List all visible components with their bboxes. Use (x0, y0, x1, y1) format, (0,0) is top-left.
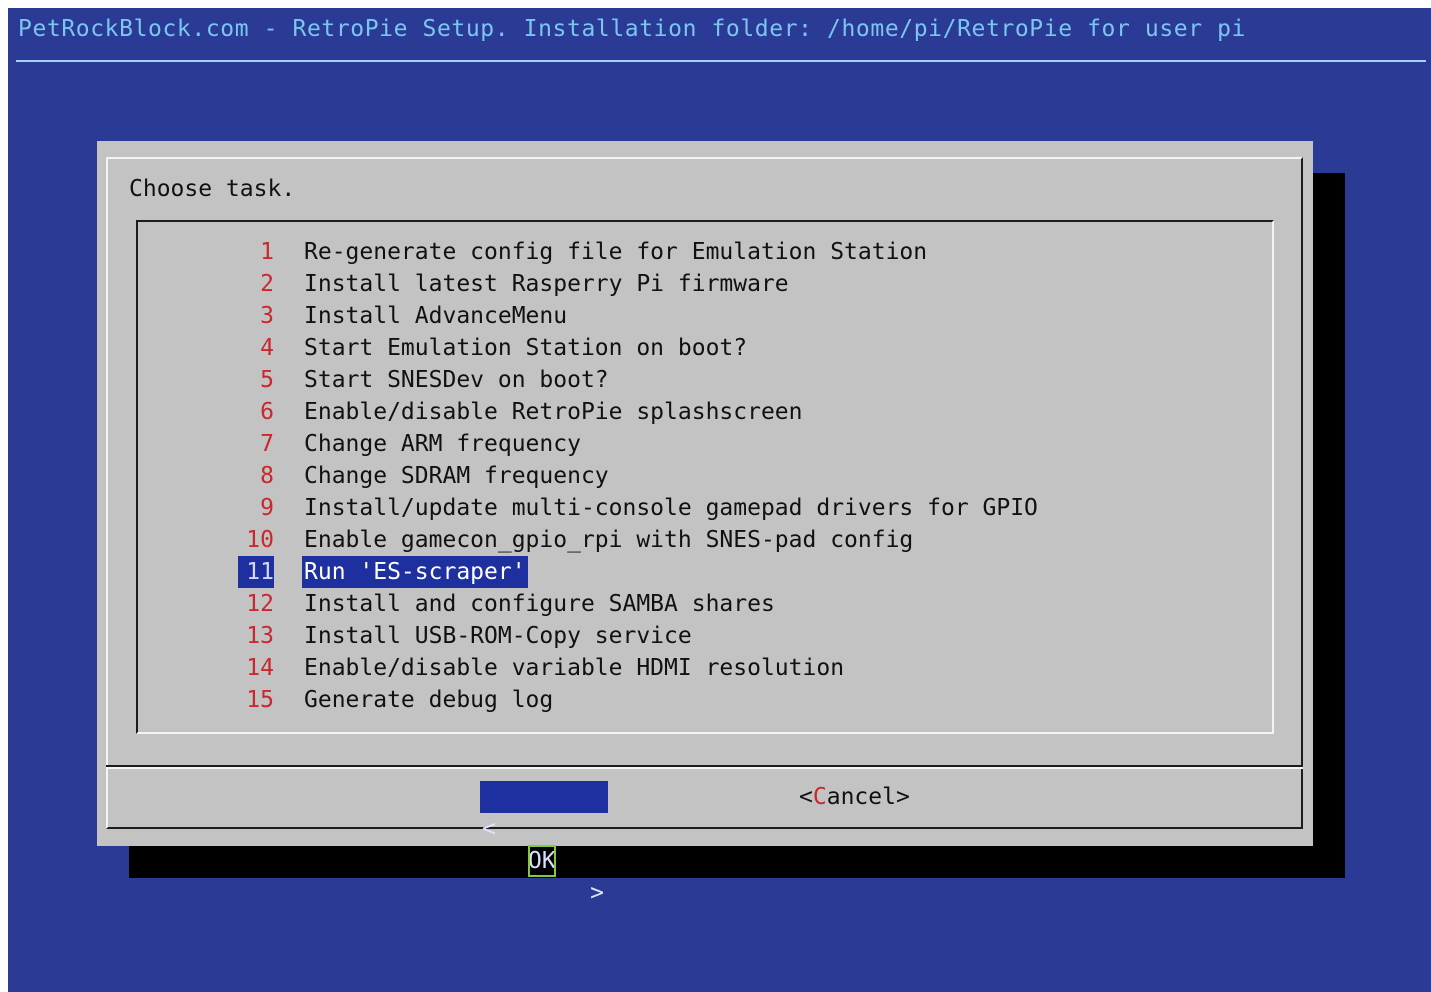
menu-item-number: 7 (260, 431, 274, 457)
menu-item-number: 10 (246, 527, 274, 553)
cancel-hotkey: C (812, 784, 827, 810)
menu-item-label: Run 'ES-scraper' (302, 556, 528, 588)
menu-item-label: Install and configure SAMBA shares (304, 591, 775, 617)
cancel-close-bracket: > (895, 784, 910, 810)
menu-item-11-selected[interactable]: 11 Run 'ES-scraper' (138, 556, 1272, 588)
ok-button-left-bracket: < (482, 816, 496, 842)
menu-item-15[interactable]: 15 Generate debug log (138, 684, 1272, 716)
menu-item-7[interactable]: 7 Change ARM frequency (138, 428, 1272, 460)
menu-item-number: 1 (260, 239, 274, 265)
cancel-open-bracket: < (799, 784, 813, 810)
menu-item-label: Install latest Rasperry Pi firmware (304, 271, 789, 297)
menu-item-3[interactable]: 3 Install AdvanceMenu (138, 300, 1272, 332)
menu-item-number: 2 (260, 271, 274, 297)
menu-item-number: 15 (246, 687, 274, 713)
ok-button[interactable]: < OK > (480, 781, 608, 906)
menu-item-label: Start Emulation Station on boot? (304, 335, 748, 361)
menu-item-number: 14 (246, 655, 274, 681)
menu-item-label: Enable/disable RetroPie splashscreen (304, 399, 803, 425)
task-menu: 1 Re-generate config file for Emulation … (136, 220, 1274, 734)
ok-button-right-bracket: > (590, 880, 604, 906)
menu-item-label: Install/update multi-console gamepad dri… (304, 495, 1038, 521)
menu-item-number: 3 (260, 303, 274, 329)
menu-item-13[interactable]: 13 Install USB-ROM-Copy service (138, 620, 1272, 652)
menu-item-label: Re-generate config file for Emulation St… (304, 239, 928, 265)
menu-item-label: Generate debug log (304, 687, 554, 713)
choose-task-dialog: Choose task. 1 Re-generate config file f… (97, 141, 1313, 906)
menu-item-9[interactable]: 9 Install/update multi-console gamepad d… (138, 492, 1272, 524)
menu-item-label: Enable gamecon_gpio_rpi with SNES-pad co… (304, 527, 914, 553)
menu-item-label: Enable/disable variable HDMI resolution (304, 655, 845, 681)
menu-item-number: 9 (260, 495, 274, 521)
cancel-label-rest: ancel (826, 784, 896, 810)
menu-item-8[interactable]: 8 Change SDRAM frequency (138, 460, 1272, 492)
menu-item-label: Start SNESDev on boot? (304, 367, 609, 393)
menu-item-4[interactable]: 4 Start Emulation Station on boot? (138, 332, 1272, 364)
menu-item-number: 6 (260, 399, 274, 425)
menu-item-label: Change ARM frequency (304, 431, 581, 457)
menu-item-number: 13 (246, 623, 274, 649)
menu-item-2[interactable]: 2 Install latest Rasperry Pi firmware (138, 268, 1272, 300)
menu-item-5[interactable]: 5 Start SNESDev on boot? (138, 364, 1272, 396)
menu-item-number: 5 (260, 367, 274, 393)
button-separator (106, 765, 1303, 769)
menu-item-number: 4 (260, 335, 274, 361)
menu-item-label: Install AdvanceMenu (304, 303, 568, 329)
dialog-prompt: Choose task. (129, 176, 296, 202)
backtitle: PetRockBlock.com - RetroPie Setup. Insta… (18, 16, 1247, 42)
task-menu-list: 1 Re-generate config file for Emulation … (138, 236, 1272, 716)
menu-item-6[interactable]: 6 Enable/disable RetroPie splashscreen (138, 396, 1272, 428)
menu-item-number: 11 (238, 556, 274, 588)
menu-item-10[interactable]: 10 Enable gamecon_gpio_rpi with SNES-pad… (138, 524, 1272, 556)
menu-item-1[interactable]: 1 Re-generate config file for Emulation … (138, 236, 1272, 268)
menu-item-12[interactable]: 12 Install and configure SAMBA shares (138, 588, 1272, 620)
menu-item-number: 12 (246, 591, 274, 617)
menu-item-label: Change SDRAM frequency (304, 463, 609, 489)
menu-item-number: 8 (260, 463, 274, 489)
ok-button-label: OK (528, 845, 556, 877)
backtitle-divider (16, 60, 1426, 62)
menu-item-label: Install USB-ROM-Copy service (304, 623, 692, 649)
menu-item-14[interactable]: 14 Enable/disable variable HDMI resoluti… (138, 652, 1272, 684)
cancel-button[interactable]: <Cancel> (799, 781, 910, 813)
